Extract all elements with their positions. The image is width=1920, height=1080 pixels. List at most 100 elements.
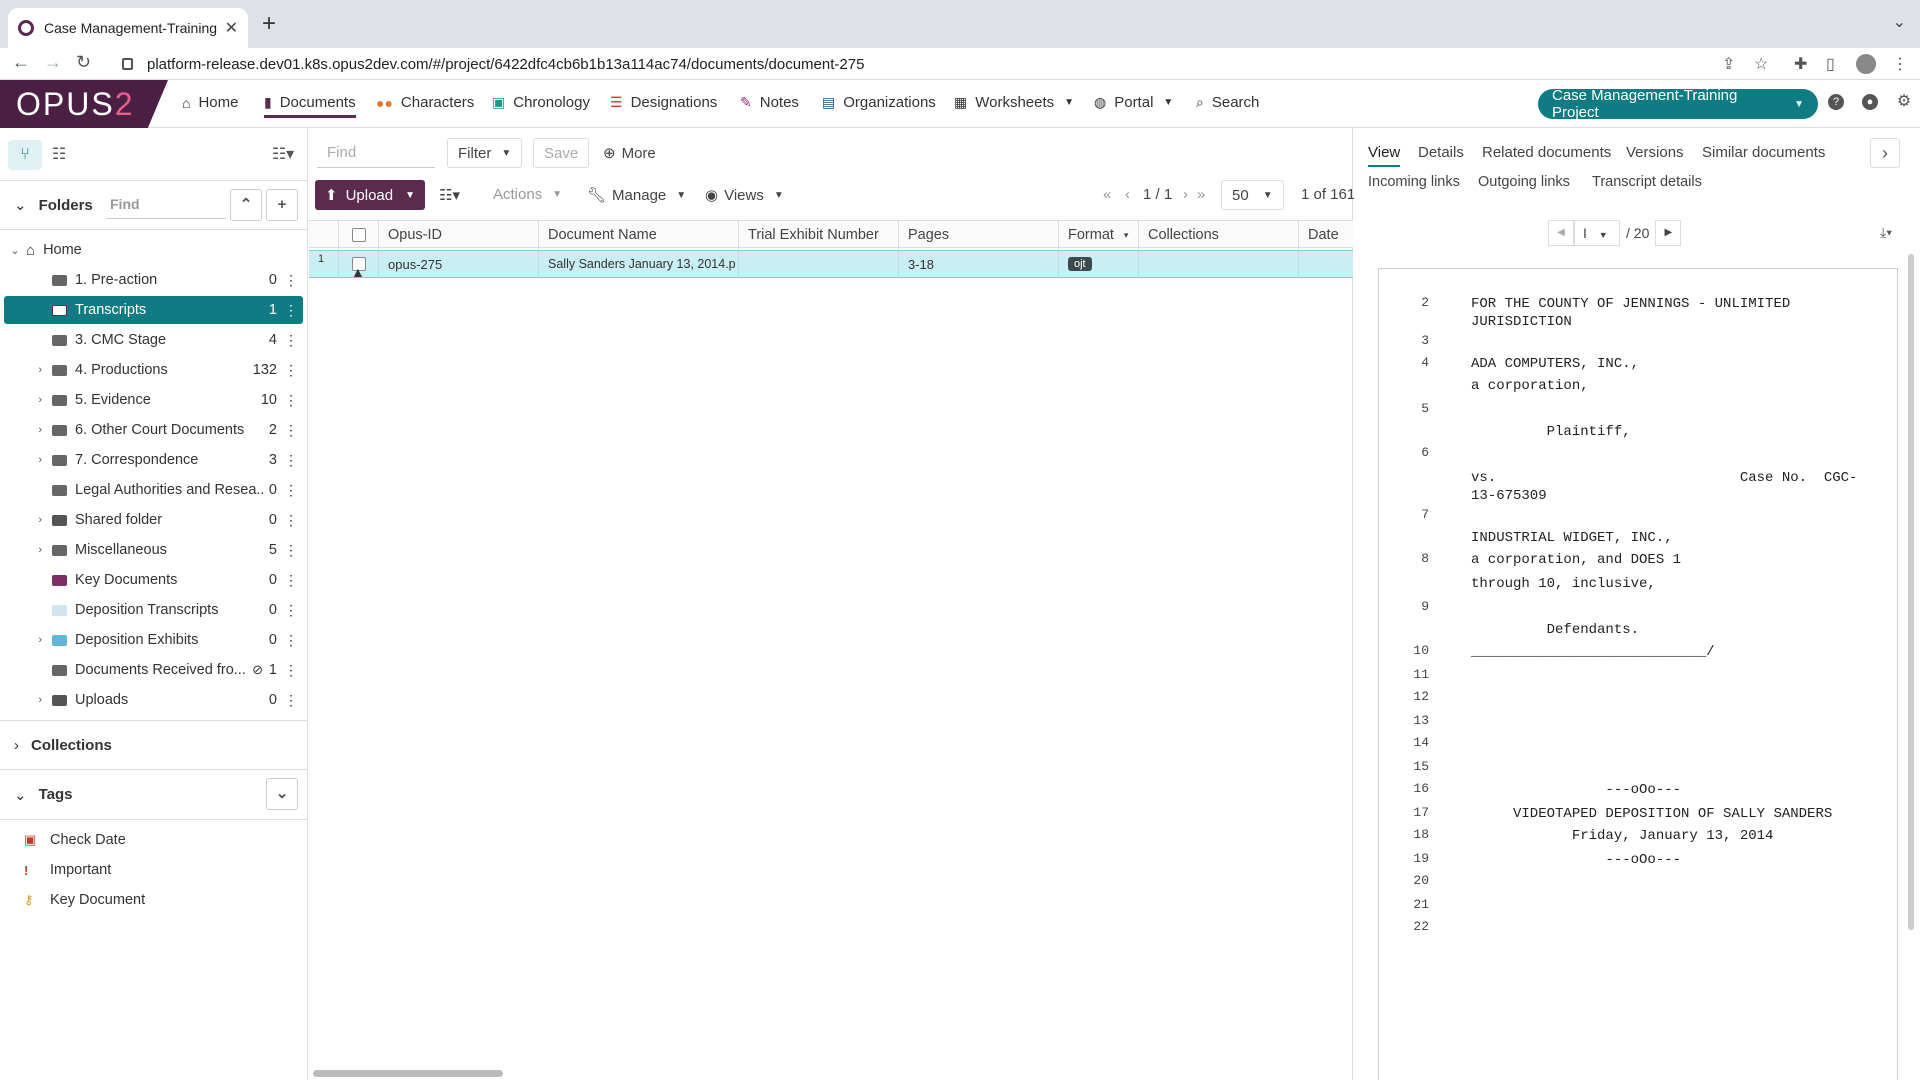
actions-button[interactable]: Actions ▼ [493, 186, 562, 203]
column-pages[interactable]: Pages [899, 221, 1059, 249]
kebab-menu-icon[interactable]: ⋮ [279, 482, 303, 499]
next-page-icon[interactable]: › [1183, 186, 1188, 203]
kebab-menu-icon[interactable]: ⋮ [279, 692, 303, 709]
views-button[interactable]: ◉ Views ▼ [705, 186, 784, 205]
column-view-button[interactable]: ☷▾ [439, 186, 460, 204]
vertical-scrollbar[interactable] [1908, 254, 1914, 930]
side-panel-icon[interactable]: ▯ [1826, 54, 1835, 74]
chevron-right-icon[interactable]: › [4, 454, 48, 466]
chrome-menu-icon[interactable]: ⋮ [1892, 54, 1908, 74]
chevron-right-icon[interactable]: › [4, 364, 48, 376]
tab-versions[interactable]: Versions [1626, 144, 1684, 161]
more-button[interactable]: ⊕ More [603, 144, 656, 163]
filter-button[interactable]: Filter ▼ [447, 138, 523, 168]
close-tab-icon[interactable]: ✕ [225, 18, 238, 38]
tree-item-cmc-stage[interactable]: 3. CMC Stage 4 ⋮ [4, 326, 303, 354]
tree-item-deposition-transcripts[interactable]: Deposition Transcripts 0 ⋮ [4, 596, 303, 624]
kebab-menu-icon[interactable]: ⋮ [279, 272, 303, 289]
nav-designations[interactable]: ☰ Designations [610, 94, 717, 111]
tag-item-important[interactable]: ! Important [24, 856, 111, 884]
reload-icon[interactable]: ↻ [76, 52, 91, 73]
prev-page-button[interactable]: ◀ [1548, 220, 1574, 246]
extensions-icon[interactable]: ✚ [1794, 54, 1807, 74]
document-find-input[interactable]: Find [317, 138, 435, 168]
prev-page-icon[interactable]: ‹ [1125, 186, 1130, 203]
back-icon[interactable]: ← [12, 52, 30, 73]
tab-search-icon[interactable]: ⌄ [1893, 12, 1906, 32]
tree-item-correspondence[interactable]: › 7. Correspondence 3 ⋮ [4, 446, 303, 474]
tab-similar-documents[interactable]: Similar documents [1702, 144, 1825, 161]
table-row[interactable]: 1 opus-275 Sally Sanders January 13, 201… [309, 250, 1353, 278]
tree-item-miscellaneous[interactable]: › Miscellaneous 5 ⋮ [4, 536, 303, 564]
kebab-menu-icon[interactable]: ⋮ [279, 602, 303, 619]
user-icon[interactable]: ● [1862, 94, 1878, 110]
tab-transcript-details[interactable]: Transcript details [1592, 174, 1702, 190]
tree-item-other-court-documents[interactable]: › 6. Other Court Documents 2 ⋮ [4, 416, 303, 444]
nav-documents[interactable]: ▮ Documents [264, 94, 356, 118]
nav-characters[interactable]: ●● Characters [376, 94, 474, 111]
tab-outgoing-links[interactable]: Outgoing links [1478, 174, 1570, 190]
tree-item-shared-folder[interactable]: › Shared folder 0 ⋮ [4, 506, 303, 534]
nav-organizations[interactable]: ▤ Organizations [822, 94, 936, 111]
tree-item-uploads[interactable]: › Uploads 0 ⋮ [4, 686, 303, 714]
chevron-down-icon[interactable]: ⌄ [14, 786, 27, 804]
add-folder-button[interactable]: + [266, 189, 298, 221]
help-icon[interactable]: ? [1828, 94, 1844, 110]
kebab-menu-icon[interactable]: ⋮ [279, 452, 303, 469]
kebab-menu-icon[interactable]: ⋮ [279, 422, 303, 439]
expand-tags-button[interactable]: ⌄ [266, 778, 298, 810]
profile-avatar[interactable] [1856, 54, 1876, 74]
folder-find-input[interactable]: Find [106, 191, 226, 219]
new-tab-icon[interactable]: + [262, 10, 276, 38]
select-all-checkbox[interactable] [339, 221, 379, 249]
tree-item-deposition-exhibits[interactable]: › Deposition Exhibits 0 ⋮ [4, 626, 303, 654]
collections-header[interactable]: › Collections [0, 720, 308, 770]
tab-view[interactable]: View [1368, 144, 1401, 167]
chevron-right-icon[interactable]: › [4, 514, 48, 526]
save-button[interactable]: Save [533, 138, 590, 168]
share-icon[interactable]: ⇪ [1722, 54, 1735, 74]
nav-chronology[interactable]: ▣ Chronology [492, 94, 590, 111]
address-bar[interactable]: platform-release.dev01.k8s.opus2dev.com/… [108, 51, 1708, 77]
last-page-icon[interactable]: » [1197, 186, 1205, 203]
kebab-menu-icon[interactable]: ⋮ [279, 512, 303, 529]
tree-item-evidence[interactable]: › 5. Evidence 10 ⋮ [4, 386, 303, 414]
download-icon[interactable]: ⤓▾ [1880, 224, 1892, 241]
expand-panel-button[interactable]: › [1870, 138, 1900, 168]
column-opus-id[interactable]: Opus-ID [379, 221, 539, 249]
chevron-right-icon[interactable]: › [4, 544, 48, 556]
tree-item-legal-authorities[interactable]: Legal Authorities and Resea... 0 ⋮ [4, 476, 303, 504]
upload-button[interactable]: ⬆ Upload ▼ [315, 180, 425, 210]
opus2-logo[interactable]: OPUS2 [0, 80, 168, 128]
tag-item-key-document[interactable]: ⚷ Key Document [24, 886, 145, 914]
kebab-menu-icon[interactable]: ⋮ [279, 392, 303, 409]
kebab-menu-icon[interactable]: ⋮ [279, 362, 303, 379]
gear-icon[interactable]: ⚙ [1896, 94, 1912, 110]
tag-item-check-date[interactable]: ▣ Check Date [24, 826, 126, 854]
tree-item-key-documents[interactable]: Key Documents 0 ⋮ [4, 566, 303, 594]
nav-worksheets[interactable]: ▦ Worksheets ▼ [954, 94, 1074, 111]
tree-item-productions[interactable]: › 4. Productions 132 ⋮ [4, 356, 303, 384]
kebab-menu-icon[interactable]: ⋮ [279, 632, 303, 649]
column-format[interactable]: Format ▾ [1059, 221, 1139, 249]
first-page-icon[interactable]: « [1103, 186, 1111, 203]
column-trial-exhibit-number[interactable]: Trial Exhibit Number [739, 221, 899, 249]
tree-view-button[interactable]: ⑂ [8, 140, 42, 170]
chevron-down-icon[interactable]: ⌄ [14, 196, 27, 214]
manage-button[interactable]: 🔧︎ Manage ▼ [587, 186, 686, 205]
nav-search[interactable]: ⌕ Search [1196, 94, 1259, 111]
nav-notes[interactable]: ✎ Notes [740, 94, 799, 111]
forward-icon[interactable]: → [44, 52, 62, 73]
chevron-right-icon[interactable]: › [4, 424, 48, 436]
list-view-button[interactable]: ☷ [42, 140, 76, 170]
tree-item-home[interactable]: ⌄ ⌂ Home [4, 236, 303, 264]
kebab-menu-icon[interactable]: ⋮ [279, 542, 303, 559]
column-collections[interactable]: Collections [1139, 221, 1299, 249]
tab-related-documents[interactable]: Related documents [1482, 144, 1611, 161]
chevron-right-icon[interactable]: › [14, 737, 19, 754]
tab-incoming-links[interactable]: Incoming links [1368, 174, 1460, 190]
page-number-select[interactable]: I ▼ [1574, 220, 1620, 246]
browser-tab[interactable]: Case Management-Training Pr ✕ [8, 8, 248, 48]
kebab-menu-icon[interactable]: ⋮ [279, 572, 303, 589]
page-size-select[interactable]: 50 ▼ [1221, 180, 1284, 210]
